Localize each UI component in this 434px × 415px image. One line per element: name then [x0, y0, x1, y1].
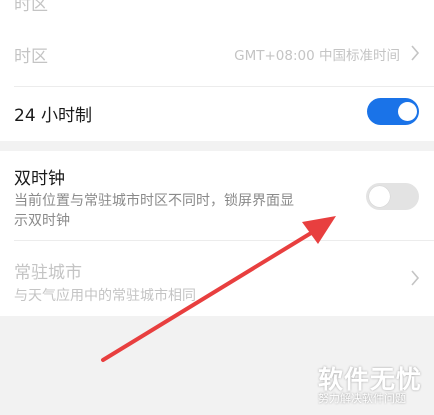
- watermark-tagline: 努力解决软件问题: [318, 392, 406, 405]
- chevron-right-icon: [411, 45, 420, 61]
- dual-clock-row[interactable]: 双时钟 当前位置与常驻城市时区不同时，锁屏界面显 示双时钟: [0, 151, 434, 239]
- section-top-label: 时区: [14, 0, 48, 15]
- chevron-right-icon: [411, 270, 420, 286]
- home-city-description: 与天气应用中的常驻城市相同: [14, 288, 196, 304]
- dual-clock-description-line1: 当前位置与常驻城市时区不同时，锁屏界面显: [14, 193, 294, 209]
- hour24-toggle[interactable]: [367, 98, 419, 125]
- timezone-value: GMT+08:00 中国标准时间: [234, 48, 400, 64]
- hour24-row[interactable]: 24 小时制: [0, 87, 434, 139]
- settings-card-time: 时区 时区 GMT+08:00 中国标准时间 24 小时制: [0, 0, 434, 141]
- home-city-row[interactable]: 常驻城市 与天气应用中的常驻城市相同: [0, 241, 434, 313]
- settings-card-dual-clock: 双时钟 当前位置与常驻城市时区不同时，锁屏界面显 示双时钟 常驻城市 与天气应用…: [0, 151, 434, 316]
- hour24-label: 24 小时制: [14, 106, 93, 126]
- dual-clock-toggle[interactable]: [366, 183, 419, 210]
- home-city-label: 常驻城市: [14, 263, 82, 283]
- toggle-knob: [369, 186, 390, 207]
- timezone-row[interactable]: 时区 GMT+08:00 中国标准时间: [0, 27, 434, 79]
- timezone-label: 时区: [14, 47, 48, 67]
- dual-clock-description-line2: 示双时钟: [14, 213, 70, 229]
- dual-clock-label: 双时钟: [14, 169, 65, 189]
- toggle-knob: [398, 102, 417, 121]
